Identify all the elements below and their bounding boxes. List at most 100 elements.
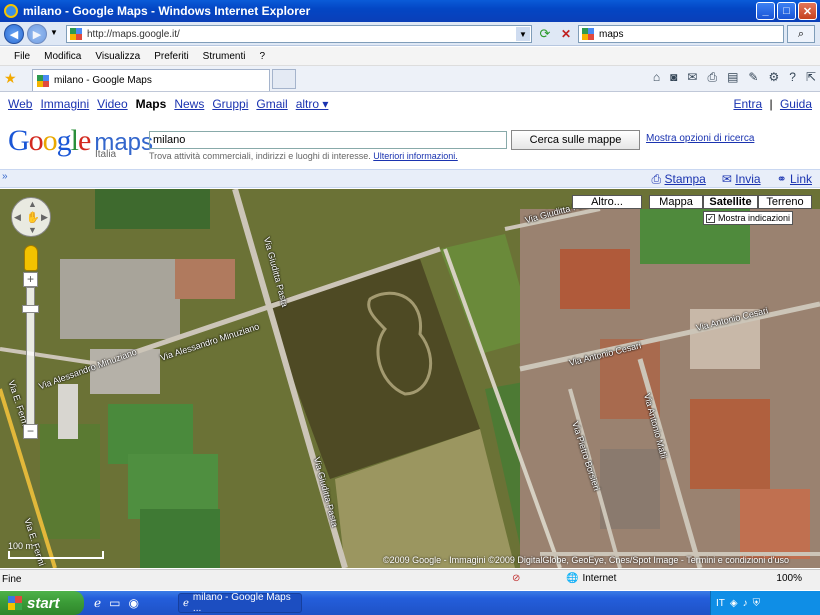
tab-title: milano - Google Maps xyxy=(54,75,152,86)
satellite-imagery xyxy=(0,189,820,568)
pan-left-icon[interactable]: ◀ xyxy=(14,212,21,223)
panel-toggle-button[interactable]: » xyxy=(2,171,8,182)
menu-preferiti[interactable]: Preferiti xyxy=(154,51,188,62)
address-row: ◀ ▶ ▼ http://maps.google.it/ ▼ ⟳ ✕ maps … xyxy=(0,22,820,46)
google-maps-logo[interactable]: Google maps xyxy=(8,124,153,158)
language-indicator[interactable]: IT xyxy=(716,598,725,609)
signin-link[interactable]: Entra xyxy=(733,97,762,111)
maptype-terrain-button[interactable]: Terreno xyxy=(758,195,812,209)
tray-security-icon[interactable]: ⛨ xyxy=(753,598,761,609)
nav-immagini[interactable]: Immagini xyxy=(40,97,89,111)
taskbar-item-ie[interactable]: ℯ milano - Google Maps ... xyxy=(178,592,302,614)
nav-web[interactable]: Web xyxy=(8,97,32,111)
pan-up-icon[interactable]: ▲ xyxy=(28,199,37,209)
menu-bar: File Modifica Visualizza Preferiti Strum… xyxy=(0,47,820,66)
history-dropdown-icon[interactable]: ▼ xyxy=(50,28,58,37)
menu-file[interactable]: File xyxy=(14,51,30,62)
quicklaunch-ie-icon[interactable]: ℯ xyxy=(94,596,101,610)
nav-separator: | xyxy=(769,97,773,111)
maps-search-input[interactable]: milano xyxy=(149,131,507,149)
menu-help[interactable]: ? xyxy=(259,51,265,62)
zoom-in-button[interactable]: + xyxy=(23,272,38,287)
maximize-button[interactable]: □ xyxy=(777,2,796,20)
start-button[interactable]: start xyxy=(0,591,84,615)
scale-bar: 100 m xyxy=(8,541,104,559)
protected-mode-icon: ⊘ xyxy=(512,573,521,584)
tools-gear-icon[interactable]: ⚙ xyxy=(768,70,779,85)
help-icon[interactable]: ? xyxy=(789,70,796,85)
tray-network-icon[interactable]: ◈ xyxy=(730,598,738,609)
checkbox-check-icon[interactable]: ✓ xyxy=(706,213,715,223)
maptype-map-button[interactable]: Mappa xyxy=(649,195,703,209)
nav-gmail[interactable]: Gmail xyxy=(256,97,287,111)
research-icon[interactable]: ⇱ xyxy=(806,70,816,85)
window-titlebar: milano - Google Maps - Windows Internet … xyxy=(0,0,820,22)
status-bar: Fine ⊘ 🌐 Internet 100% xyxy=(0,569,820,590)
favorites-star-icon[interactable]: ★ xyxy=(4,70,17,87)
send-link[interactable]: Invia xyxy=(735,172,760,186)
stop-icon[interactable]: ✕ xyxy=(558,26,574,42)
link-icon: ⚭ xyxy=(776,172,790,186)
nav-maps: Maps xyxy=(135,97,167,111)
hand-icon[interactable]: ✋ xyxy=(26,211,40,224)
quick-launch: ℯ ▭ ◉ xyxy=(94,596,139,610)
search-icon[interactable]: ⌕ xyxy=(787,25,815,43)
nav-gruppi[interactable]: Gruppi xyxy=(212,97,248,111)
new-tab-button[interactable] xyxy=(272,69,296,89)
feeds-icon[interactable]: ◙ xyxy=(670,70,677,85)
satellite-map[interactable]: Via Giuditta Pasta Via Alessandro Minuzi… xyxy=(0,189,820,568)
nav-video[interactable]: Video xyxy=(97,97,127,111)
maptype-satellite-button[interactable]: Satellite xyxy=(703,195,758,209)
menu-strumenti[interactable]: Strumenti xyxy=(203,51,246,62)
search-input[interactable]: maps xyxy=(578,25,784,43)
quicklaunch-desktop-icon[interactable]: ▭ xyxy=(109,596,120,610)
zoom-thumb[interactable] xyxy=(22,305,39,313)
search-provider-icon xyxy=(582,28,594,40)
more-info-link[interactable]: Ulteriori informazioni. xyxy=(373,151,458,161)
tab-milano[interactable]: milano - Google Maps xyxy=(32,69,270,91)
pegman-icon[interactable] xyxy=(24,245,38,271)
search-hint: Trova attività commerciali, indirizzi e … xyxy=(149,151,458,161)
search-maps-button[interactable]: Cerca sulle mappe xyxy=(511,130,640,150)
scale-label: 100 m xyxy=(8,541,34,551)
nav-news[interactable]: News xyxy=(174,97,204,111)
address-input[interactable]: http://maps.google.it/ ▼ xyxy=(66,25,532,43)
map-copyright: ©2009 Google - Immagini ©2009 DigitalGlo… xyxy=(383,555,790,565)
zoom-out-button[interactable]: − xyxy=(23,424,38,439)
safety-icon[interactable]: ✎ xyxy=(748,70,758,85)
back-icon[interactable]: ◀ xyxy=(4,24,24,44)
close-button[interactable]: ✕ xyxy=(798,2,817,20)
print-icon[interactable]: ⎙ xyxy=(707,70,717,85)
zone-label: Internet xyxy=(582,573,617,584)
pan-right-icon[interactable]: ▶ xyxy=(41,212,48,223)
nav-more[interactable]: altro ▾ xyxy=(296,97,329,111)
maptype-other-button[interactable]: Altro... xyxy=(572,195,642,209)
pan-control[interactable]: ▲ ◀ ▶ ▼ ✋ xyxy=(11,197,51,237)
menu-visualizza[interactable]: Visualizza xyxy=(95,51,140,62)
search-value: maps xyxy=(599,28,624,40)
google-favicon-icon xyxy=(70,28,82,40)
show-labels-checkbox[interactable]: ✓ Mostra indicazioni xyxy=(703,211,793,225)
scale-line xyxy=(8,551,104,559)
google-nav: Web Immagini Video Maps News Gruppi Gmai… xyxy=(0,93,820,115)
print-link[interactable]: Stampa xyxy=(664,172,705,186)
page-icon[interactable]: ▤ xyxy=(727,70,738,85)
windows-flag-icon xyxy=(8,596,22,610)
tray-volume-icon[interactable]: ♪ xyxy=(743,598,748,609)
mail-icon[interactable]: ✉ xyxy=(687,70,697,85)
address-dropdown-icon[interactable]: ▼ xyxy=(516,27,530,41)
help-link[interactable]: Guida xyxy=(780,97,812,111)
quicklaunch-media-icon[interactable]: ◉ xyxy=(128,596,138,610)
forward-icon[interactable]: ▶ xyxy=(27,24,47,44)
refresh-icon[interactable]: ⟳ xyxy=(537,26,553,42)
status-text: Fine xyxy=(2,574,22,585)
menu-modifica[interactable]: Modifica xyxy=(44,51,81,62)
zoom-level[interactable]: 100% xyxy=(776,573,802,584)
home-icon[interactable]: ⌂ xyxy=(653,70,660,85)
minimize-button[interactable]: _ xyxy=(756,2,775,20)
show-labels-label: Mostra indicazioni xyxy=(718,213,791,223)
link-link[interactable]: Link xyxy=(790,172,812,186)
pan-down-icon[interactable]: ▼ xyxy=(28,225,37,235)
tab-bar: ★ milano - Google Maps ⌂ ◙ ✉ ⎙ ▤ ✎ ⚙ ? ⇱ xyxy=(0,66,820,92)
search-options-link[interactable]: Mostra opzioni di ricerca xyxy=(646,133,754,144)
